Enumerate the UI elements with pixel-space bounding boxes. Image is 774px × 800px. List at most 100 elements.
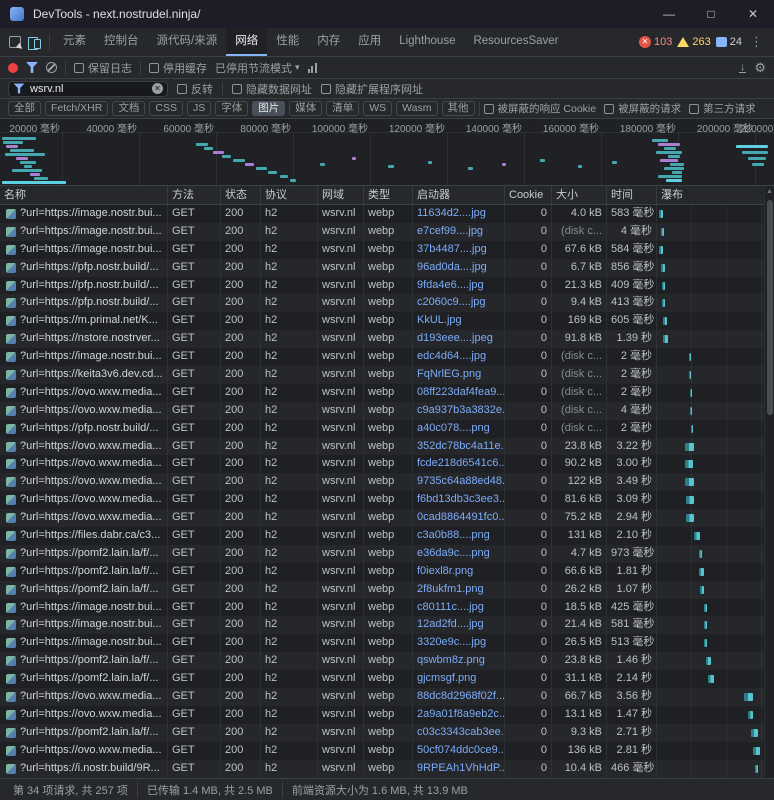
cell-initiator[interactable]: 9735c64a88ed48... [413,473,505,491]
request-name[interactable]: ?url=https://image.nostr.bui... [0,599,168,617]
filter-toggle-icon[interactable] [26,62,38,73]
cell-initiator[interactable]: 3320e9c....jpg [413,634,505,652]
column-header-启动器[interactable]: 启动器 [413,186,505,204]
column-header-类型[interactable]: 类型 [364,186,413,204]
request-name[interactable]: ?url=https://image.nostr.bui... [0,348,168,366]
table-row[interactable]: ?url=https://pomf2.lain.la/f/...GET200h2… [0,724,774,742]
request-name[interactable]: ?url=https://ovo.wxw.media... [0,473,168,491]
waterfall-cell[interactable] [657,330,774,348]
cell-initiator[interactable]: gjcmsgf.png [413,670,505,688]
request-name[interactable]: ?url=https://keita3v6.dev.cd... [0,366,168,384]
filter-chip-CSS[interactable]: CSS [149,101,183,116]
network-overview[interactable]: 20000 毫秒40000 毫秒60000 毫秒80000 毫秒100000 毫… [0,119,774,186]
filter-chip-其他[interactable]: 其他 [442,101,475,116]
clear-filter-icon[interactable]: ✕ [152,83,163,94]
network-conditions-icon[interactable] [308,63,317,73]
column-header-Cookie[interactable]: Cookie [505,186,552,204]
waterfall-cell[interactable] [657,455,774,473]
cell-initiator[interactable]: 12ad2fd....jpg [413,616,505,634]
disable-cache-checkbox[interactable]: 停用缓存 [149,60,207,76]
request-name[interactable]: ?url=https://m.primal.net/K... [0,312,168,330]
network-settings-icon[interactable]: ⚙ [754,60,766,76]
request-name[interactable]: ?url=https://ovo.wxw.media... [0,509,168,527]
waterfall-cell[interactable] [657,473,774,491]
table-row[interactable]: ?url=https://ovo.wxw.media...GET200h2wsr… [0,688,774,706]
filter-chip-字体[interactable]: 字体 [215,101,248,116]
filter-chip-媒体[interactable]: 媒体 [289,101,322,116]
waterfall-cell[interactable] [657,724,774,742]
inspect-element-icon[interactable] [9,36,21,48]
cell-initiator[interactable]: 0cad8864491fc0... [413,509,505,527]
table-row[interactable]: ?url=https://image.nostr.bui...GET200h2w… [0,223,774,241]
request-name[interactable]: ?url=https://ovo.wxw.media... [0,384,168,402]
table-row[interactable]: ?url=https://ovo.wxw.media...GET200h2wsr… [0,491,774,509]
table-row[interactable]: ?url=https://files.dabr.ca/c3...GET200h2… [0,527,774,545]
cell-initiator[interactable]: c80111c....jpg [413,599,505,617]
hide-extension-urls-checkbox[interactable]: 隐藏扩展程序网址 [321,81,423,97]
waterfall-cell[interactable] [657,742,774,760]
blocked-filter-checkbox-0[interactable]: 被屏蔽的响应 Cookie [484,101,597,116]
table-row[interactable]: ?url=https://image.nostr.bui...GET200h2w… [0,205,774,223]
waterfall-cell[interactable] [657,760,774,778]
request-name[interactable]: ?url=https://image.nostr.bui... [0,241,168,259]
request-name[interactable]: ?url=https://pomf2.lain.la/f/... [0,652,168,670]
error-badge[interactable]: ✕ 103 [639,36,672,48]
clear-network-log-icon[interactable] [46,62,57,73]
invert-checkbox[interactable]: 反转 [177,81,213,97]
request-name[interactable]: ?url=https://ovo.wxw.media... [0,438,168,456]
table-row[interactable]: ?url=https://pfp.nostr.build/...GET200h2… [0,420,774,438]
column-header-网域[interactable]: 网域 [318,186,364,204]
request-name[interactable]: ?url=https://ovo.wxw.media... [0,688,168,706]
request-name[interactable]: ?url=https://pomf2.lain.la/f/... [0,545,168,563]
request-name[interactable]: ?url=https://ovo.wxw.media... [0,491,168,509]
column-header-名称[interactable]: 名称 [0,186,168,204]
tab-内存[interactable]: 内存 [308,28,349,56]
request-name[interactable]: ?url=https://pomf2.lain.la/f/... [0,581,168,599]
table-row[interactable]: ?url=https://pomf2.lain.la/f/...GET200h2… [0,545,774,563]
tab-Lighthouse[interactable]: Lighthouse [390,28,464,56]
table-row[interactable]: ?url=https://pfp.nostr.build/...GET200h2… [0,259,774,277]
cell-initiator[interactable]: 11634d2....jpg [413,205,505,223]
cell-initiator[interactable]: 9fda4e6....jpg [413,277,505,295]
cell-initiator[interactable]: 37b4487....jpg [413,241,505,259]
filter-chip-WS[interactable]: WS [363,101,392,116]
waterfall-cell[interactable] [657,545,774,563]
waterfall-cell[interactable] [657,688,774,706]
filter-chip-全部[interactable]: 全部 [8,101,41,116]
request-name[interactable]: ?url=https://pfp.nostr.build/... [0,420,168,438]
import-har-icon[interactable]: ↓ [739,62,747,73]
waterfall-cell[interactable] [657,616,774,634]
cell-initiator[interactable]: 96ad0da....jpg [413,259,505,277]
table-row[interactable]: ?url=https://ovo.wxw.media...GET200h2wsr… [0,455,774,473]
cell-initiator[interactable]: edc4d64....jpg [413,348,505,366]
cell-initiator[interactable]: KkUL.jpg [413,312,505,330]
waterfall-cell[interactable] [657,670,774,688]
filter-chip-文档[interactable]: 文档 [112,101,145,116]
blocked-filter-checkbox-2[interactable]: 第三方请求 [689,101,756,116]
waterfall-cell[interactable] [657,581,774,599]
preserve-log-checkbox[interactable]: 保留日志 [74,60,132,76]
table-row[interactable]: ?url=https://pomf2.lain.la/f/...GET200h2… [0,581,774,599]
filter-input-box[interactable]: ✕ [8,81,168,97]
waterfall-cell[interactable] [657,223,774,241]
tab-源代码/来源[interactable]: 源代码/来源 [148,28,227,56]
table-row[interactable]: ?url=https://pomf2.lain.la/f/...GET200h2… [0,670,774,688]
table-row[interactable]: ?url=https://image.nostr.bui...GET200h2w… [0,634,774,652]
filter-chip-图片[interactable]: 图片 [252,101,285,116]
column-header-大小[interactable]: 大小 [552,186,607,204]
cell-initiator[interactable]: a40c078....png [413,420,505,438]
table-row[interactable]: ?url=https://pfp.nostr.build/...GET200h2… [0,294,774,312]
tab-性能[interactable]: 性能 [267,28,308,56]
cell-initiator[interactable]: e36da9c....png [413,545,505,563]
waterfall-cell[interactable] [657,599,774,617]
waterfall-cell[interactable] [657,384,774,402]
waterfall-cell[interactable] [657,420,774,438]
waterfall-cell[interactable] [657,205,774,223]
table-row[interactable]: ?url=https://ovo.wxw.media...GET200h2wsr… [0,473,774,491]
request-name[interactable]: ?url=https://ovo.wxw.media... [0,455,168,473]
column-header-瀑布[interactable]: 瀑布 [657,186,774,204]
request-name[interactable]: ?url=https://pfp.nostr.build/... [0,294,168,312]
cell-initiator[interactable]: 88dc8d2968f02f... [413,688,505,706]
issues-badge[interactable]: 24 [716,36,742,48]
column-header-状态[interactable]: 状态 [221,186,261,204]
